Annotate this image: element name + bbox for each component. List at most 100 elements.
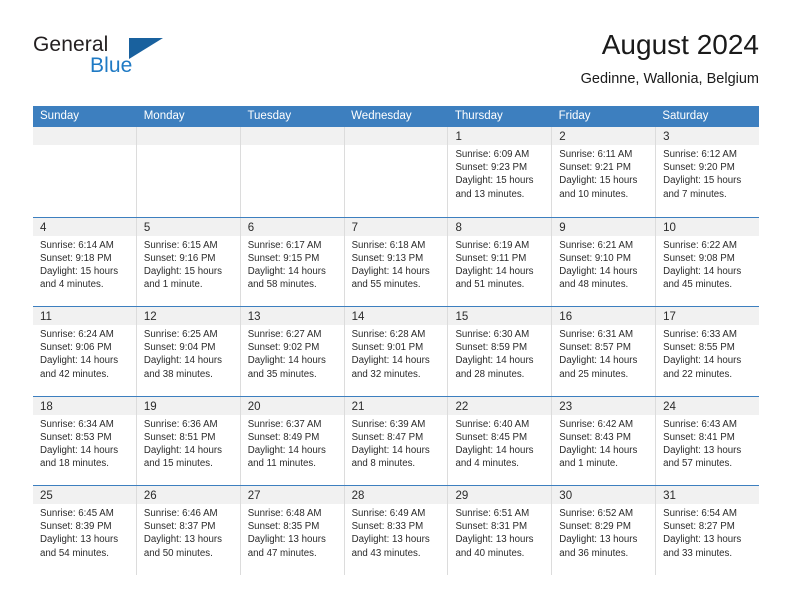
sunset-line: Sunset: 8:41 PM bbox=[663, 431, 735, 443]
sunrise-line: Sunrise: 6:28 AM bbox=[351, 329, 426, 340]
day-cell[interactable]: 8 Sunrise: 6:19 AM Sunset: 9:11 PM Daylight… bbox=[448, 217, 553, 306]
daylight-line-1: Daylight: 15 hours bbox=[559, 175, 638, 187]
daylight-line-2: and 11 minutes. bbox=[247, 458, 316, 470]
daylight-line-1: Daylight: 15 hours bbox=[455, 175, 534, 187]
day-number: 25 bbox=[40, 490, 53, 502]
day-cell[interactable]: 9 Sunrise: 6:21 AM Sunset: 9:10 PM Daylight… bbox=[552, 217, 657, 306]
day-cell[interactable]: 20 Sunrise: 6:37 AM Sunset: 8:49 PM Dayligh… bbox=[240, 396, 345, 485]
daylight-line-2: and 8 minutes. bbox=[351, 458, 416, 470]
sunset-line: Sunset: 8:39 PM bbox=[40, 521, 112, 533]
daylight-line-2: and 25 minutes. bbox=[559, 368, 629, 380]
day-cell[interactable]: 14 Sunrise: 6:28 AM Sunset: 9:01 PM Dayligh… bbox=[344, 307, 449, 396]
page-header: General Blue August 2024 Gedinne, Wallon… bbox=[0, 0, 792, 100]
day-cell[interactable]: 12 Sunrise: 6:25 AM Sunset: 9:04 PM Dayligh… bbox=[136, 307, 241, 396]
day-cell-empty bbox=[33, 127, 137, 217]
daylight-line-2: and 55 minutes. bbox=[351, 279, 421, 291]
daylight-line-1: Daylight: 14 hours bbox=[455, 265, 534, 277]
sunrise-line: Sunrise: 6:46 AM bbox=[143, 508, 218, 519]
sunrise-line: Sunrise: 6:36 AM bbox=[143, 418, 218, 430]
day-cell[interactable]: 26 Sunrise: 6:46 AM Sunset: 8:37 PM Dayligh… bbox=[136, 486, 241, 575]
day-sun-info: Sunrise: 6:21 AM Sunset: 9:10 PM Daylight:… bbox=[552, 236, 655, 292]
day-cell[interactable]: 21 Sunrise: 6:39 AM Sunset: 8:47 PM Dayligh… bbox=[344, 396, 449, 485]
day-cell[interactable]: 16 Sunrise: 6:31 AM Sunset: 8:57 PM Dayligh… bbox=[552, 307, 657, 396]
day-number-band: 20 bbox=[240, 396, 344, 415]
day-number: 9 bbox=[559, 221, 566, 234]
day-cell[interactable]: 11 Sunrise: 6:24 AM Sunset: 9:06 PM Dayligh… bbox=[33, 307, 137, 396]
daylight-line-1: Daylight: 13 hours bbox=[663, 444, 742, 456]
day-number: 3 bbox=[663, 131, 670, 143]
day-cell[interactable]: 6 Sunrise: 6:17 AM Sunset: 9:15 PM Daylight… bbox=[240, 217, 345, 306]
day-number-band bbox=[344, 127, 448, 145]
day-number-band: 6 bbox=[240, 217, 344, 236]
sunrise-line: Sunrise: 6:39 AM bbox=[351, 418, 426, 430]
sunset-line: Sunset: 9:23 PM bbox=[455, 162, 528, 174]
day-cell[interactable]: 29 Sunrise: 6:51 AM Sunset: 8:31 PM Dayligh… bbox=[448, 486, 553, 575]
day-number: 30 bbox=[559, 490, 573, 502]
sunset-line: Sunset: 9:15 PM bbox=[247, 252, 320, 264]
day-cell-empty bbox=[136, 127, 241, 217]
sunrise-line: Sunrise: 6:15 AM bbox=[143, 239, 218, 251]
day-number: 19 bbox=[143, 400, 157, 413]
week-row: 1 Sunrise: 6:09 AM Sunset: 9:23 PM Daylight… bbox=[33, 127, 760, 217]
sunset-line: Sunset: 8:27 PM bbox=[663, 521, 735, 533]
day-cell[interactable]: 18 Sunrise: 6:34 AM Sunset: 8:53 PM Dayligh… bbox=[33, 396, 137, 485]
daylight-line-2: and 13 minutes. bbox=[455, 188, 525, 200]
daylight-line-1: Daylight: 14 hours bbox=[663, 265, 742, 277]
sunrise-line: Sunrise: 6:40 AM bbox=[455, 418, 530, 430]
day-cell[interactable]: 5 Sunrise: 6:15 AM Sunset: 9:16 PM Daylight… bbox=[136, 217, 241, 306]
general-blue-logo[interactable]: General Blue bbox=[33, 33, 213, 85]
daylight-line-1: Daylight: 13 hours bbox=[40, 534, 119, 546]
day-cell[interactable]: 10 Sunrise: 6:22 AM Sunset: 9:08 PM Dayligh… bbox=[656, 217, 760, 307]
page-title: August 2024 bbox=[601, 29, 759, 60]
daylight-line-1: Daylight: 13 hours bbox=[559, 534, 638, 546]
day-number-band: 7 bbox=[344, 217, 448, 236]
day-number-band: 30 bbox=[552, 486, 656, 504]
day-cell[interactable]: 27 Sunrise: 6:48 AM Sunset: 8:35 PM Dayligh… bbox=[240, 486, 345, 575]
day-cell[interactable]: 30 Sunrise: 6:52 AM Sunset: 8:29 PM Dayligh… bbox=[552, 486, 657, 575]
day-number: 24 bbox=[663, 400, 676, 413]
day-number-band: 3 bbox=[656, 127, 760, 145]
day-cell[interactable]: 31 Sunrise: 6:54 AM Sunset: 8:27 PM Dayligh… bbox=[656, 486, 760, 575]
daylight-line-1: Daylight: 14 hours bbox=[455, 444, 534, 456]
sunset-line: Sunset: 8:33 PM bbox=[351, 521, 424, 533]
weekday-header-row: Sunday Monday Tuesday Wednesday Thursday… bbox=[33, 106, 759, 127]
day-number-band: 23 bbox=[552, 396, 656, 415]
sunrise-line: Sunrise: 6:24 AM bbox=[40, 329, 114, 340]
sunrise-line: Sunrise: 6:45 AM bbox=[40, 508, 114, 519]
day-cell[interactable]: 19 Sunrise: 6:36 AM Sunset: 8:51 PM Dayligh… bbox=[136, 396, 241, 485]
daylight-line-1: Daylight: 14 hours bbox=[351, 355, 430, 367]
day-cell[interactable]: 4 Sunrise: 6:14 AM Sunset: 9:18 PM Daylight… bbox=[33, 217, 137, 306]
sunset-line: Sunset: 8:43 PM bbox=[559, 431, 631, 443]
sunset-line: Sunset: 9:08 PM bbox=[663, 252, 735, 264]
daylight-line-2: and 48 minutes. bbox=[559, 279, 629, 291]
weekday-header-sunday: Sunday bbox=[40, 110, 80, 122]
day-number: 22 bbox=[455, 400, 469, 413]
sunset-line: Sunset: 9:01 PM bbox=[351, 342, 424, 354]
day-cell[interactable]: 3 Sunrise: 6:12 AM Sunset: 9:20 PM Daylight… bbox=[656, 127, 760, 217]
daylight-line-2: and 33 minutes. bbox=[663, 547, 733, 559]
day-cell[interactable]: 7 Sunrise: 6:18 AM Sunset: 9:13 PM Daylight… bbox=[344, 217, 449, 306]
sunset-line: Sunset: 8:57 PM bbox=[559, 342, 631, 354]
calendar-weeks: 1 Sunrise: 6:09 AM Sunset: 9:23 PM Daylight… bbox=[33, 127, 760, 575]
day-number: 7 bbox=[351, 221, 358, 234]
day-number: 1 bbox=[455, 131, 462, 143]
day-sun-info: Sunrise: 6:30 AM Sunset: 8:59 PM Daylight:… bbox=[448, 325, 551, 381]
day-cell[interactable]: 22 Sunrise: 6:40 AM Sunset: 8:45 PM Dayligh… bbox=[448, 396, 553, 485]
day-cell[interactable]: 28 Sunrise: 6:49 AM Sunset: 8:33 PM Dayligh… bbox=[344, 486, 449, 575]
day-cell[interactable]: 24 Sunrise: 6:43 AM Sunset: 8:41 PM Dayligh… bbox=[656, 396, 760, 486]
daylight-line-2: and 42 minutes. bbox=[40, 368, 109, 380]
day-number: 6 bbox=[247, 221, 255, 234]
day-cell[interactable]: 23 Sunrise: 6:42 AM Sunset: 8:43 PM Dayligh… bbox=[552, 396, 657, 485]
day-number-band: 5 bbox=[136, 217, 240, 236]
day-cell[interactable]: 17 Sunrise: 6:33 AM Sunset: 8:55 PM Dayligh… bbox=[656, 307, 760, 396]
day-cell[interactable]: 25 Sunrise: 6:45 AM Sunset: 8:39 PM Dayligh… bbox=[33, 486, 137, 575]
day-number-band: 28 bbox=[344, 486, 448, 504]
sunrise-line: Sunrise: 6:17 AM bbox=[247, 239, 322, 251]
day-cell[interactable]: 1 Sunrise: 6:09 AM Sunset: 9:23 PM Daylight… bbox=[448, 127, 553, 217]
day-cell[interactable]: 2 Sunrise: 6:11 AM Sunset: 9:21 PM Daylight… bbox=[552, 127, 657, 217]
day-sun-info: Sunrise: 6:45 AM Sunset: 8:39 PM Daylight:… bbox=[33, 504, 136, 560]
day-number: 29 bbox=[455, 490, 469, 502]
day-sun-info: Sunrise: 6:48 AM Sunset: 8:35 PM Daylight:… bbox=[241, 504, 344, 560]
day-cell[interactable]: 13 Sunrise: 6:27 AM Sunset: 9:02 PM Dayligh… bbox=[240, 307, 345, 396]
day-cell[interactable]: 15 Sunrise: 6:30 AM Sunset: 8:59 PM Dayligh… bbox=[448, 307, 553, 396]
